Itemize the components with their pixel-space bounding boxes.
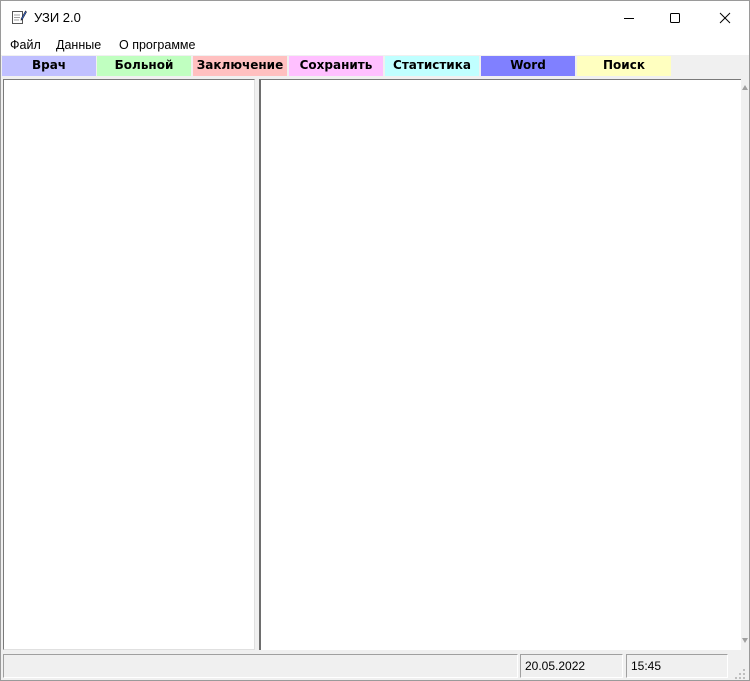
minimize-icon	[623, 9, 635, 28]
toolbar: Врач Больной Заключение Сохранить Статис…	[1, 55, 749, 77]
scroll-down-icon[interactable]	[742, 638, 748, 643]
vertical-scrollbar[interactable]	[741, 79, 749, 650]
statistics-button[interactable]: Статистика	[385, 56, 479, 76]
scroll-up-icon[interactable]	[742, 85, 748, 90]
word-button[interactable]: Word	[481, 56, 575, 76]
doctor-button[interactable]: Врач	[2, 56, 96, 76]
menu-about[interactable]: О программе	[119, 38, 195, 52]
left-list-pane[interactable]	[3, 79, 255, 650]
status-date: 20.05.2022	[520, 654, 623, 678]
window-title: УЗИ 2.0	[34, 10, 81, 25]
conclusion-button[interactable]: Заключение	[193, 56, 287, 76]
notepad-pencil-icon	[11, 9, 27, 25]
status-message	[3, 654, 518, 678]
minimize-button[interactable]	[605, 1, 653, 35]
close-icon	[719, 9, 731, 28]
status-bar: 20.05.2022 15:45	[1, 651, 749, 680]
document-pane[interactable]	[259, 79, 741, 650]
search-button[interactable]: Поиск	[577, 56, 671, 76]
maximize-button[interactable]	[651, 1, 699, 35]
save-button[interactable]: Сохранить	[289, 56, 383, 76]
menu-bar: Файл Данные О программе	[1, 35, 749, 55]
patient-button[interactable]: Больной	[97, 56, 191, 76]
maximize-icon	[669, 9, 681, 28]
title-bar[interactable]: УЗИ 2.0	[1, 1, 749, 35]
menu-data[interactable]: Данные	[56, 38, 101, 52]
resize-grip-icon[interactable]	[734, 665, 746, 679]
app-window: УЗИ 2.0 Файл Данные О программе Врач Бол…	[0, 0, 750, 681]
menu-file[interactable]: Файл	[10, 38, 41, 52]
close-button[interactable]	[701, 1, 749, 35]
status-time: 15:45	[626, 654, 728, 678]
